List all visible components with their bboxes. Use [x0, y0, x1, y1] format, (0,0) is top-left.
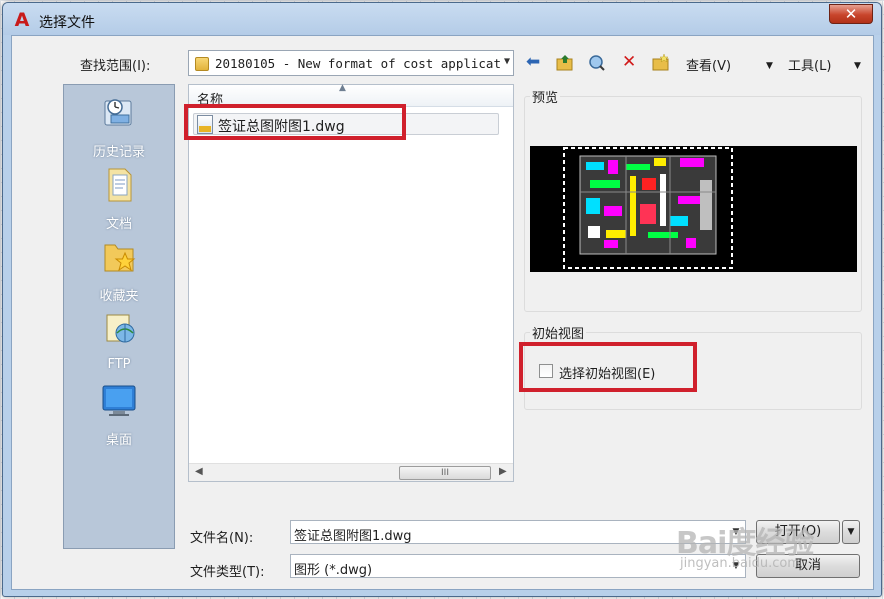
lookin-dropdown[interactable]: 20180105 - New format of cost applicat ▼: [188, 50, 514, 76]
preview-title: 预览: [530, 87, 561, 106]
place-desktop[interactable]: 桌面: [64, 379, 174, 451]
documents-folder-icon: [101, 167, 137, 203]
file-list-item[interactable]: 签证总图附图1.dwg: [193, 113, 499, 135]
desktop-icon: [101, 383, 137, 419]
place-label: 文档: [105, 217, 132, 232]
close-button[interactable]: ✕: [829, 4, 873, 24]
chevron-down-icon: ▼: [503, 56, 510, 67]
title-bar[interactable]: A 选择文件 ✕: [3, 3, 881, 35]
initial-view-checkbox[interactable]: [539, 364, 553, 378]
lookin-label: 查找范围(I):: [80, 59, 151, 74]
tools-menu[interactable]: 工具(L): [788, 55, 831, 74]
initial-view-title: 初始视图: [530, 323, 587, 342]
sort-up-icon: ▲: [339, 83, 346, 93]
delete-icon[interactable]: ✕: [622, 54, 636, 71]
back-arrow-icon[interactable]: ⬅: [526, 54, 540, 71]
view-chevron-down-icon[interactable]: ▼: [766, 58, 773, 75]
scroll-left-icon[interactable]: ◀: [195, 466, 203, 477]
place-label: 桌面: [105, 433, 132, 448]
new-folder-icon[interactable]: [652, 53, 670, 75]
ftp-icon: [101, 311, 137, 347]
horizontal-scrollbar[interactable]: ◀ III ▶: [189, 463, 513, 481]
place-favorites[interactable]: 收藏夹: [64, 235, 174, 307]
filetype-value: 图形 (*.dwg): [294, 563, 373, 578]
scroll-right-icon[interactable]: ▶: [499, 466, 507, 477]
filename-label: 文件名(N):: [190, 531, 254, 546]
dwg-file-icon: [197, 115, 213, 134]
place-label: FTP: [107, 357, 131, 372]
select-file-dialog: A 选择文件 ✕ 查找范围(I): 20180105 - New format …: [2, 2, 882, 597]
file-name: 签证总图附图1.dwg: [218, 119, 345, 135]
up-folder-icon[interactable]: [556, 54, 574, 75]
column-header-label: 名称: [197, 93, 224, 108]
drawing-preview-image: [530, 146, 857, 272]
place-documents[interactable]: 文档: [64, 163, 174, 235]
baidu-watermark-url: jingyan.baidu.com: [680, 556, 800, 571]
file-list[interactable]: ▲ 名称 签证总图附图1.dwg ◀ III ▶: [188, 83, 514, 482]
folder-icon: [195, 57, 209, 71]
scrollbar-thumb[interactable]: III: [399, 466, 491, 480]
place-label: 收藏夹: [99, 289, 139, 304]
search-web-icon[interactable]: [588, 54, 606, 75]
filename-value: 签证总图附图1.dwg: [294, 529, 412, 544]
place-history[interactable]: 历史记录: [64, 91, 174, 163]
favorites-folder-icon: [101, 239, 137, 275]
place-ftp[interactable]: FTP: [64, 307, 174, 379]
place-label: 历史记录: [92, 145, 145, 160]
tools-chevron-down-icon[interactable]: ▼: [854, 58, 861, 75]
view-menu[interactable]: 查看(V): [686, 55, 731, 74]
lookin-value: 20180105 - New format of cost applicat: [215, 56, 501, 71]
filetype-label: 文件类型(T):: [190, 565, 265, 580]
window-title: 选择文件: [39, 15, 95, 31]
open-options-chevron-down-icon[interactable]: ▼: [842, 520, 860, 544]
initial-view-checkbox-label[interactable]: 选择初始视图(E): [559, 363, 655, 382]
autocad-logo-icon: A: [14, 9, 30, 31]
places-bar: 历史记录 文档 收藏夹 FTP 桌面: [63, 84, 175, 549]
history-icon: [101, 95, 137, 131]
column-header-name[interactable]: ▲ 名称: [189, 83, 513, 108]
dialog-client-area: 查找范围(I): 20180105 - New format of cost a…: [11, 35, 874, 590]
